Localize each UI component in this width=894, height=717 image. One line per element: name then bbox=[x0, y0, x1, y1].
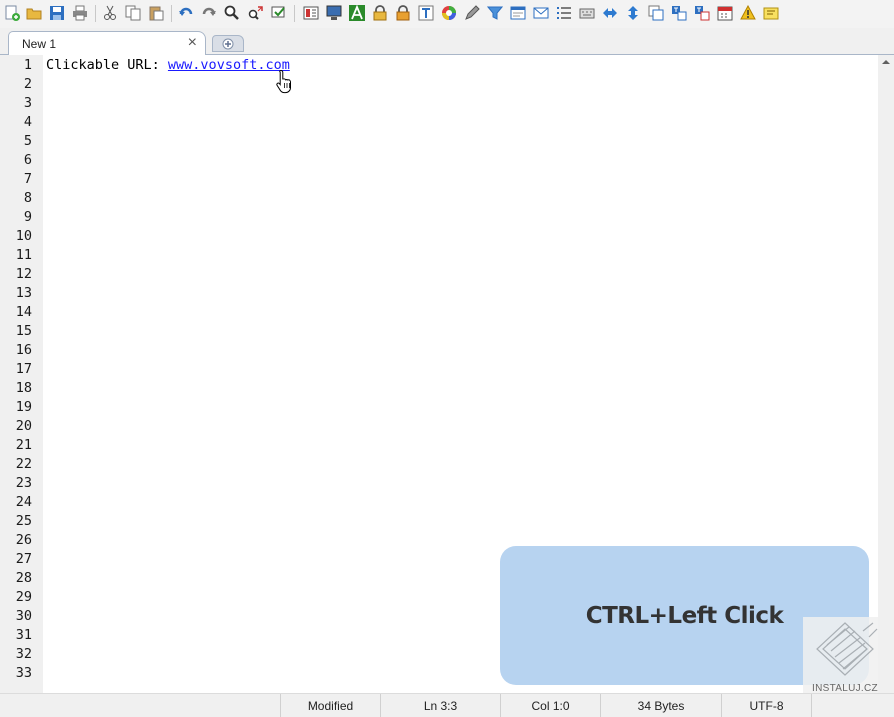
line-number: 20 bbox=[15, 418, 32, 434]
browser-icon[interactable] bbox=[508, 3, 528, 23]
save-icon[interactable] bbox=[47, 3, 67, 23]
line-number: 18 bbox=[15, 380, 32, 396]
line-number: 15 bbox=[15, 323, 32, 339]
toolbar-separator bbox=[171, 5, 172, 22]
line-number: 16 bbox=[15, 342, 32, 358]
lock-icon[interactable] bbox=[370, 3, 390, 23]
line-number: 9 bbox=[23, 209, 32, 225]
text-icon[interactable] bbox=[416, 3, 436, 23]
paste-icon[interactable] bbox=[146, 3, 166, 23]
line-number: 2 bbox=[23, 76, 32, 92]
swap-horizontal-icon[interactable] bbox=[600, 3, 620, 23]
line-number: 32 bbox=[15, 646, 32, 662]
line-number: 13 bbox=[15, 285, 32, 301]
line-number: 31 bbox=[15, 627, 32, 643]
status-empty bbox=[811, 694, 894, 717]
line-number: 28 bbox=[15, 570, 32, 586]
line-number: 14 bbox=[15, 304, 32, 320]
lock-alt-icon[interactable] bbox=[393, 3, 413, 23]
line-number: 22 bbox=[15, 456, 32, 472]
line-number: 30 bbox=[15, 608, 32, 624]
undo-icon[interactable] bbox=[176, 3, 196, 23]
find-icon[interactable] bbox=[222, 3, 242, 23]
cut-icon[interactable] bbox=[100, 3, 120, 23]
watermark-logo-icon bbox=[816, 622, 878, 676]
window-icon[interactable] bbox=[646, 3, 666, 23]
hand-cursor-icon bbox=[276, 69, 291, 94]
shortcut-hint-text: CTRL+Left Click bbox=[585, 602, 784, 629]
status-line: Ln 3:3 bbox=[380, 694, 500, 717]
redo-icon[interactable] bbox=[199, 3, 219, 23]
warning-icon[interactable] bbox=[738, 3, 758, 23]
status-encoding: UTF-8 bbox=[721, 694, 811, 717]
monitor-icon[interactable] bbox=[324, 3, 344, 23]
status-modified: Modified bbox=[280, 694, 380, 717]
line-number: 4 bbox=[23, 114, 32, 130]
scroll-up-icon[interactable] bbox=[882, 60, 890, 64]
tab-label: New 1 bbox=[22, 37, 57, 51]
keyboard-icon[interactable] bbox=[577, 3, 597, 23]
line-text: Clickable URL: bbox=[46, 57, 168, 73]
swap-vertical-icon[interactable] bbox=[623, 3, 643, 23]
line-number: 10 bbox=[15, 228, 32, 244]
line-number: 3 bbox=[23, 95, 32, 111]
translate-alt-icon[interactable] bbox=[692, 3, 712, 23]
line-number: 25 bbox=[15, 513, 32, 529]
hyperlink[interactable]: www.vovsoft.com bbox=[168, 57, 290, 73]
bookmark-icon[interactable] bbox=[301, 3, 321, 23]
line-number-gutter: 1 2 3 4 5 6 7 8 9 10 11 12 13 14 15 16 17 18 19 20 21 22 23 24 2… bbox=[0, 55, 43, 693]
line-number: 19 bbox=[15, 399, 32, 415]
calendar-icon[interactable] bbox=[715, 3, 735, 23]
copy-icon[interactable] bbox=[123, 3, 143, 23]
toolbar-separator bbox=[294, 5, 295, 22]
new-tab-button[interactable] bbox=[212, 35, 244, 52]
tab-close-icon[interactable]: × bbox=[188, 34, 197, 52]
line-number: 11 bbox=[15, 247, 32, 263]
status-bar: Modified Ln 3:3 Col 1:0 34 Bytes UTF-8 bbox=[0, 693, 894, 717]
line-number: 24 bbox=[15, 494, 32, 510]
watermark: INSTALUJ.CZ bbox=[803, 617, 887, 699]
toolbar bbox=[0, 0, 894, 28]
line-number: 26 bbox=[15, 532, 32, 548]
list-icon[interactable] bbox=[554, 3, 574, 23]
line-number: 17 bbox=[15, 361, 32, 377]
color-picker-icon[interactable] bbox=[439, 3, 459, 23]
line-number: 27 bbox=[15, 551, 32, 567]
editor-line-1: Clickable URL: www.vovsoft.com bbox=[46, 56, 290, 75]
print-icon[interactable] bbox=[70, 3, 90, 23]
replace-icon[interactable] bbox=[246, 3, 266, 23]
line-number: 29 bbox=[15, 589, 32, 605]
translate-icon[interactable] bbox=[669, 3, 689, 23]
notes-icon[interactable] bbox=[761, 3, 781, 23]
line-number: 5 bbox=[23, 133, 32, 149]
new-file-icon[interactable] bbox=[2, 3, 22, 23]
filter-icon[interactable] bbox=[485, 3, 505, 23]
toolbar-separator bbox=[95, 5, 96, 22]
line-number: 1 bbox=[23, 57, 32, 73]
tab-new-1[interactable]: New 1 × bbox=[8, 31, 206, 55]
goto-icon[interactable] bbox=[269, 3, 289, 23]
line-number: 23 bbox=[15, 475, 32, 491]
open-folder-icon[interactable] bbox=[24, 3, 44, 23]
status-size: 34 Bytes bbox=[600, 694, 721, 717]
line-number: 6 bbox=[23, 152, 32, 168]
line-number: 7 bbox=[23, 171, 32, 187]
line-number: 8 bbox=[23, 190, 32, 206]
line-number: 33 bbox=[15, 665, 32, 681]
font-icon[interactable] bbox=[347, 3, 367, 23]
plus-icon bbox=[222, 38, 234, 49]
line-number: 21 bbox=[15, 437, 32, 453]
line-number: 12 bbox=[15, 266, 32, 282]
status-column: Col 1:0 bbox=[500, 694, 600, 717]
pen-icon[interactable] bbox=[462, 3, 482, 23]
mail-icon[interactable] bbox=[531, 3, 551, 23]
vertical-scrollbar[interactable] bbox=[878, 55, 894, 693]
